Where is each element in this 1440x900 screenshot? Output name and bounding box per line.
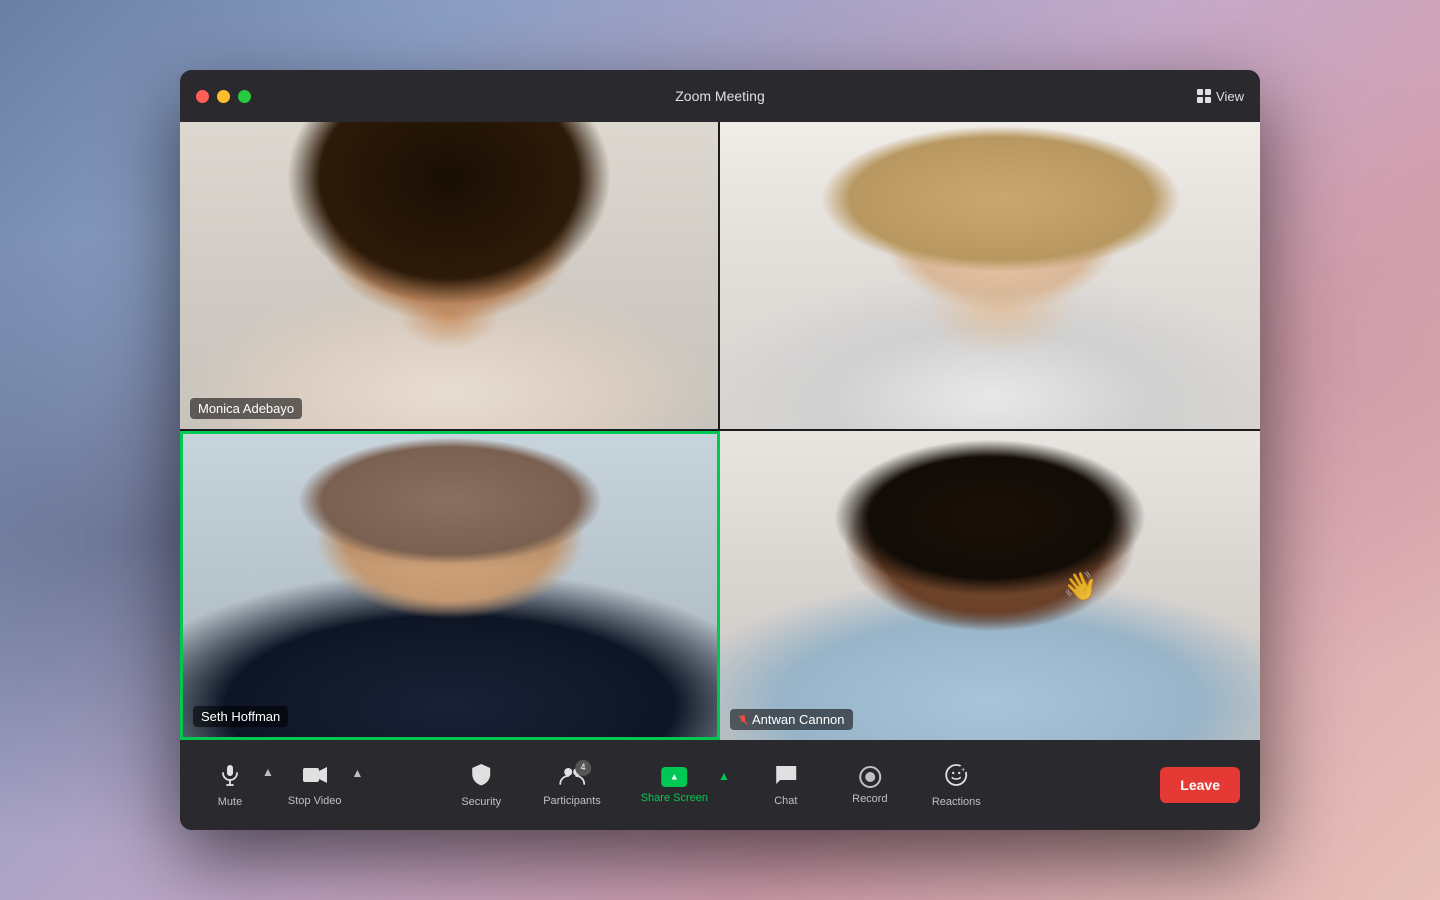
participants-icon: 4 [559, 764, 585, 790]
security-button[interactable]: Security [451, 759, 511, 812]
share-screen-icon [661, 767, 687, 787]
share-screen-group: Share Screen ▲ [633, 763, 732, 808]
video-icon [302, 764, 328, 790]
view-button[interactable]: View [1197, 89, 1244, 104]
share-screen-button[interactable]: Share Screen [633, 763, 716, 808]
video-cell-monica[interactable]: Monica Adebayo [180, 122, 720, 431]
participants-count-badge: 4 [575, 760, 591, 776]
svg-text:+: + [961, 767, 965, 774]
toolbar: Mute ▲ Stop Video ▲ [180, 740, 1260, 830]
close-button[interactable] [196, 90, 209, 103]
video-grid: Monica Adebayo Seth Hoffman 👋 Antwan Can [180, 122, 1260, 740]
record-label: Record [852, 793, 887, 805]
stop-video-group: Stop Video ▲ [280, 760, 366, 811]
security-icon [470, 763, 492, 791]
reactions-button[interactable]: + Reactions [924, 759, 989, 812]
video-cell-sarah[interactable] [720, 122, 1260, 431]
video-cell-antwan[interactable]: 👋 Antwan Cannon [720, 431, 1260, 740]
reactions-icon: + [944, 763, 968, 791]
leave-button[interactable]: Leave [1160, 767, 1240, 803]
monica-name-label: Monica Adebayo [190, 398, 302, 419]
minimize-button[interactable] [217, 90, 230, 103]
mic-muted-icon [738, 715, 748, 725]
grid-icon [1197, 89, 1211, 103]
view-label: View [1216, 89, 1244, 104]
stop-video-button[interactable]: Stop Video [280, 760, 350, 811]
share-chevron[interactable]: ▲ [716, 769, 732, 783]
video-chevron[interactable]: ▲ [350, 766, 366, 780]
seth-name-label: Seth Hoffman [193, 706, 288, 727]
stop-video-label: Stop Video [288, 795, 342, 807]
mute-button[interactable]: Mute [200, 759, 260, 812]
monica-video [180, 122, 718, 429]
antwan-name-label: Antwan Cannon [730, 709, 853, 730]
mute-label: Mute [218, 796, 242, 808]
chat-icon [774, 764, 798, 790]
record-button[interactable]: Record [840, 762, 900, 809]
monica-name-text: Monica Adebayo [198, 401, 294, 416]
record-icon [859, 766, 881, 788]
participants-label: Participants [543, 795, 600, 807]
seth-name-text: Seth Hoffman [201, 709, 280, 724]
chat-button[interactable]: Chat [756, 760, 816, 811]
mic-icon [218, 763, 242, 791]
antwan-video [720, 431, 1260, 740]
mute-chevron[interactable]: ▲ [260, 765, 276, 779]
sarah-video [720, 122, 1260, 429]
antwan-name-text: Antwan Cannon [752, 712, 845, 727]
participants-button[interactable]: 4 Participants [535, 760, 608, 811]
maximize-button[interactable] [238, 90, 251, 103]
reactions-label: Reactions [932, 796, 981, 808]
video-cell-seth[interactable]: Seth Hoffman [180, 431, 720, 740]
security-label: Security [461, 796, 501, 808]
share-screen-label: Share Screen [641, 792, 708, 804]
zoom-window: Zoom Meeting View Monica Adebayo Seth Ho… [180, 70, 1260, 830]
chat-label: Chat [774, 795, 797, 807]
traffic-lights [196, 90, 251, 103]
mute-group: Mute ▲ [200, 759, 276, 812]
toolbar-right: Leave [1160, 767, 1240, 803]
titlebar: Zoom Meeting View [180, 70, 1260, 122]
window-title: Zoom Meeting [675, 88, 764, 104]
seth-video [183, 434, 717, 737]
toolbar-left: Mute ▲ Stop Video ▲ [200, 759, 365, 812]
toolbar-center: Security 4 Participants [451, 759, 989, 812]
hand-raise-icon: 👋 [1063, 569, 1098, 602]
